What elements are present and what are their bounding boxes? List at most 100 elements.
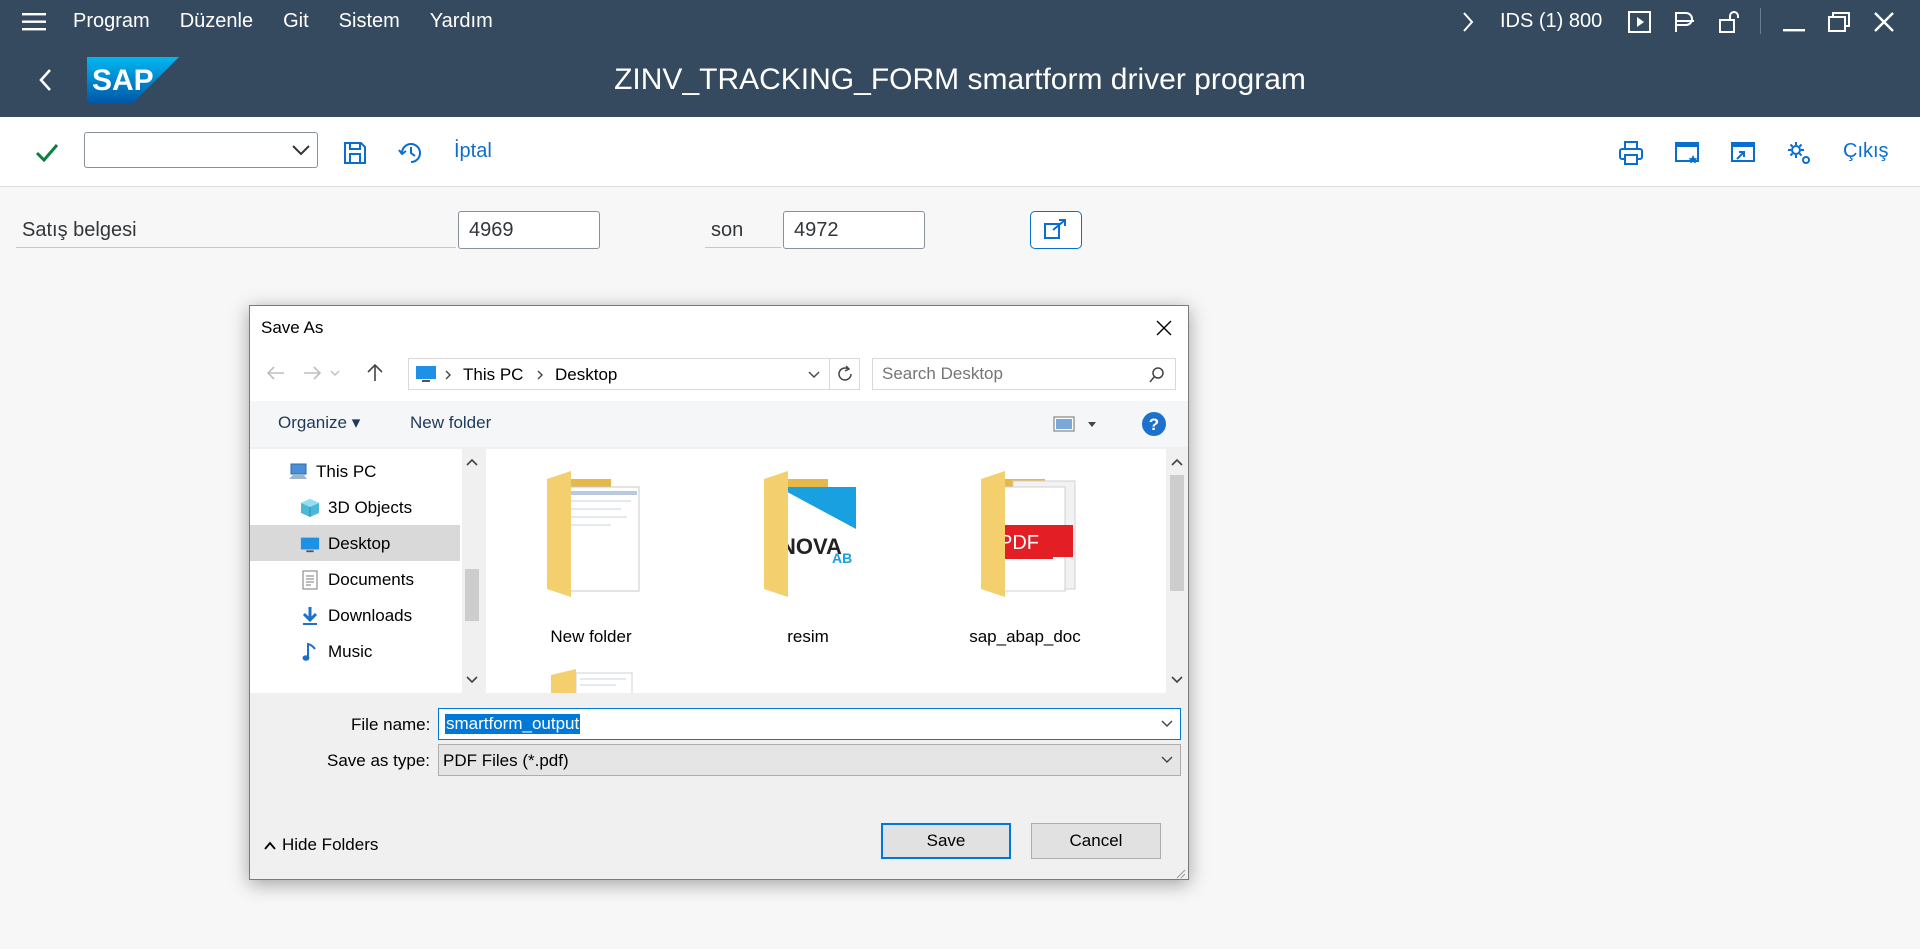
music-icon	[302, 642, 316, 661]
tree-item-label: Desktop	[328, 534, 391, 553]
new-folder-button[interactable]: New folder	[410, 413, 491, 433]
svg-text:?: ?	[1149, 415, 1159, 434]
save-as-type-select[interactable]: PDF Files (*.pdf)	[438, 744, 1181, 776]
play-icon[interactable]	[1627, 9, 1653, 35]
save-button[interactable]: Save	[881, 823, 1011, 859]
command-field[interactable]	[84, 132, 318, 168]
help-icon[interactable]: ?	[1141, 411, 1167, 437]
refresh-icon[interactable]	[835, 364, 855, 384]
label-underline	[16, 247, 456, 248]
minimize-icon[interactable]	[1781, 9, 1807, 35]
scroll-down-icon[interactable]	[1168, 671, 1186, 689]
hide-folders-button[interactable]: Hide Folders	[264, 835, 378, 855]
cancel-button[interactable]: İptal	[454, 140, 492, 163]
close-icon[interactable]	[1152, 316, 1176, 340]
forward-nav-icon[interactable]	[300, 363, 324, 383]
tree-item-documents[interactable]: Documents	[250, 561, 460, 597]
navigation-pane: This PC 3D Objects Desktop Documents Dow…	[250, 449, 482, 693]
close-window-icon[interactable]	[1871, 9, 1897, 35]
organize-label: Organize	[278, 413, 347, 432]
dialog-title: Save As	[261, 318, 324, 337]
search-box[interactable]	[872, 358, 1176, 390]
menu-yardim[interactable]: Yardım	[430, 10, 493, 33]
unlock-icon[interactable]	[1716, 9, 1742, 35]
save-as-type-value: PDF Files (*.pdf)	[443, 751, 569, 770]
toolbar: İptal Çıkış	[0, 117, 1920, 187]
layout-icon[interactable]	[1672, 9, 1698, 35]
breadcrumb-desktop[interactable]: Desktop	[555, 365, 617, 385]
folder-item[interactable]: PDF sap_abap_doc	[940, 459, 1110, 646]
exit-button[interactable]: Çıkış	[1843, 140, 1889, 163]
history-icon[interactable]	[397, 139, 425, 167]
breadcrumb-chevron-icon	[537, 370, 543, 380]
tree-item-music[interactable]: Music	[250, 633, 460, 669]
breadcrumb-chevron-icon	[445, 370, 451, 380]
address-dropdown-icon[interactable]	[807, 369, 821, 381]
sales-document-to-input[interactable]: 4972	[783, 211, 925, 249]
folder-icon: NOVA AB	[764, 471, 856, 597]
search-input[interactable]	[882, 364, 1142, 384]
menu-duzenle[interactable]: Düzenle	[180, 10, 253, 33]
menu-sistem[interactable]: Sistem	[339, 10, 400, 33]
window-transfer-icon[interactable]	[1729, 139, 1757, 167]
checkmark-icon[interactable]	[33, 139, 61, 167]
folder-item[interactable]: New folder	[506, 459, 676, 646]
resize-grip-icon[interactable]	[1174, 867, 1186, 879]
file-view-scrollbar[interactable]	[1166, 449, 1188, 693]
tree-item-desktop[interactable]: Desktop	[250, 525, 460, 561]
dialog-cancel-button[interactable]: Cancel	[1031, 823, 1161, 859]
chevron-right-icon[interactable]	[1455, 9, 1481, 35]
hide-folders-label: Hide Folders	[282, 835, 379, 854]
command-bar: Organize ▾ New folder ?	[250, 401, 1188, 447]
folder-item[interactable]: NOVA AB resim	[723, 459, 893, 646]
chevron-down-icon[interactable]	[1160, 754, 1174, 766]
address-bar[interactable]: This PC Desktop	[408, 358, 860, 390]
file-name-field[interactable]: smartform_output	[438, 708, 1181, 740]
settings-gear-icon[interactable]	[1785, 139, 1813, 167]
breadcrumb-this-pc[interactable]: This PC	[463, 365, 523, 385]
sales-document-from-input[interactable]: 4969	[458, 211, 600, 249]
desktop-icon	[300, 537, 320, 553]
file-name-label: resim	[787, 627, 829, 646]
menu-program[interactable]: Program	[73, 10, 150, 33]
recent-locations-icon[interactable]	[328, 363, 342, 383]
tree-item-this-pc[interactable]: This PC	[250, 453, 460, 489]
file-name-value[interactable]: smartform_output	[445, 714, 581, 734]
view-dropdown-icon[interactable]	[1087, 421, 1097, 429]
title-bar: SAP ZINV_TRACKING_FORM smartform driver …	[0, 43, 1920, 117]
svg-text:AB: AB	[832, 550, 852, 566]
save-as-type-label: Save as type:	[327, 751, 431, 770]
file-name-label: New folder	[550, 627, 632, 646]
file-scroll-thumb[interactable]	[1170, 475, 1184, 591]
scroll-up-icon[interactable]	[1168, 453, 1186, 471]
tree-item-downloads[interactable]: Downloads	[250, 597, 460, 633]
organize-button[interactable]: Organize ▾	[278, 413, 360, 433]
scroll-down-icon[interactable]	[463, 671, 481, 689]
to-label: son	[711, 219, 744, 241]
tree-item-label: This PC	[316, 462, 377, 481]
search-icon[interactable]	[1148, 366, 1166, 384]
separator	[1760, 8, 1761, 34]
chevron-up-icon	[264, 841, 276, 850]
save-as-dialog: Save As This PC Desktop Search Desktop O…	[249, 305, 1189, 880]
menu-git[interactable]: Git	[283, 10, 309, 33]
up-folder-icon[interactable]	[363, 363, 387, 383]
tree-item-label: Downloads	[328, 606, 413, 625]
tree-scroll-thumb[interactable]	[465, 569, 479, 621]
maximize-icon[interactable]	[1826, 9, 1852, 35]
save-icon[interactable]	[341, 139, 369, 167]
file-name-label: File name:	[351, 715, 431, 734]
new-window-icon[interactable]	[1673, 139, 1701, 167]
print-icon[interactable]	[1617, 139, 1645, 167]
hamburger-menu-icon[interactable]	[22, 12, 48, 32]
back-nav-icon[interactable]	[264, 363, 288, 383]
file-view: New folder NOVA AB resim PDF sap_abap_do…	[486, 449, 1166, 693]
view-options-icon[interactable]	[1053, 415, 1077, 433]
tree-scrollbar[interactable]	[462, 449, 482, 693]
chevron-down-icon[interactable]	[291, 142, 311, 158]
chevron-down-icon[interactable]	[1160, 718, 1174, 730]
scroll-up-icon[interactable]	[463, 453, 481, 471]
menu-bar: Program Düzenle Git Sistem Yardım IDS (1…	[0, 0, 1920, 43]
multiple-selection-button[interactable]	[1030, 211, 1082, 249]
tree-item-3d-objects[interactable]: 3D Objects	[250, 489, 460, 525]
